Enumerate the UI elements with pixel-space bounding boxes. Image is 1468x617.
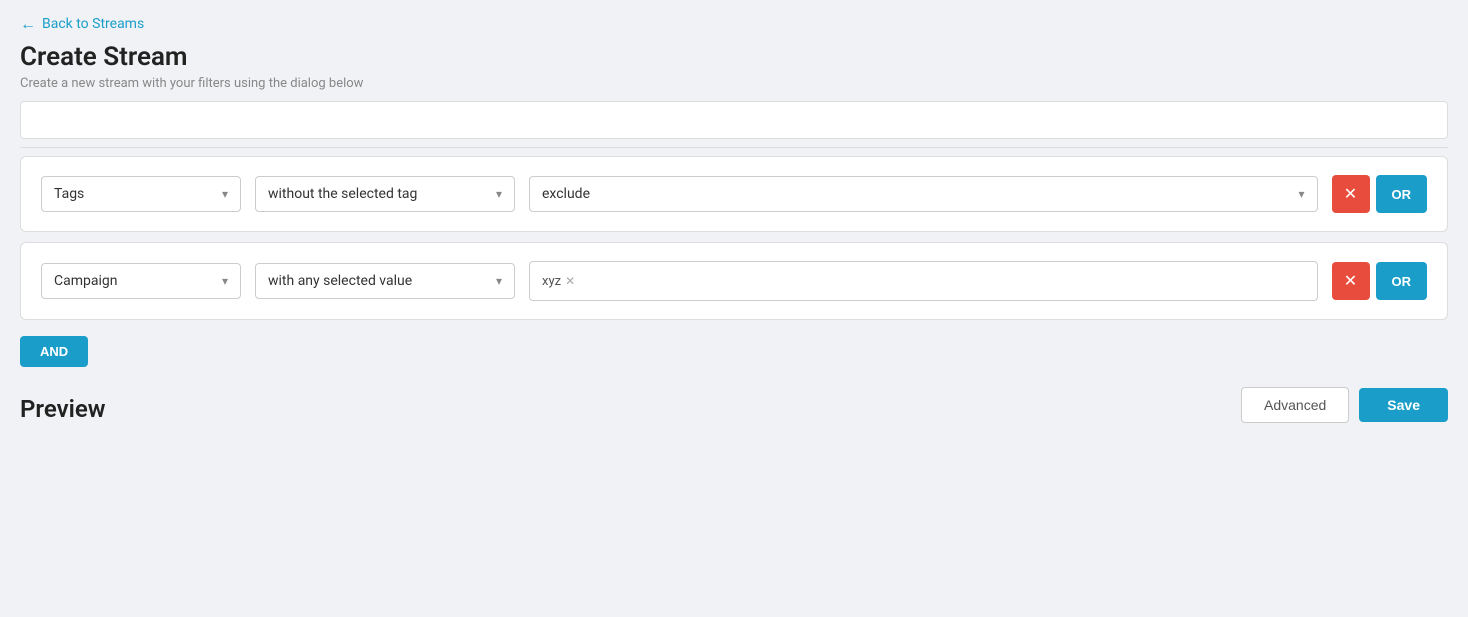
filter-2-field-label: Campaign bbox=[54, 273, 117, 289]
filter-2-remove-button[interactable]: ✕ bbox=[1332, 262, 1370, 300]
filter-2-actions: ✕ OR bbox=[1332, 262, 1428, 300]
filter-2-or-button[interactable]: OR bbox=[1376, 262, 1428, 300]
back-to-streams-label: Back to Streams bbox=[42, 16, 144, 32]
filter-1-value-select[interactable]: exclude ▾ bbox=[529, 176, 1318, 212]
filter-1-field-label: Tags bbox=[54, 186, 84, 202]
filter-2-field-chevron-icon: ▾ bbox=[222, 274, 228, 288]
filter-row-2: Campaign ▾ with any selected value ▾ xyz… bbox=[20, 242, 1448, 320]
filter-1-value-label: exclude bbox=[542, 186, 590, 202]
filter-1-field-chevron-icon: ▾ bbox=[222, 187, 228, 201]
page-subtitle: Create a new stream with your filters us… bbox=[20, 76, 1448, 91]
filter-2-value-box[interactable]: xyz ✕ bbox=[529, 261, 1318, 301]
filter-2-operator-chevron-icon: ▾ bbox=[496, 274, 502, 288]
page-title: Create Stream bbox=[20, 42, 1448, 72]
filter-1-remove-button[interactable]: ✕ bbox=[1332, 175, 1370, 213]
divider-1 bbox=[20, 147, 1448, 148]
and-button[interactable]: AND bbox=[20, 336, 88, 367]
filter-1-field-select[interactable]: Tags ▾ bbox=[41, 176, 241, 212]
filter-2-tag-xyz-label: xyz bbox=[542, 274, 561, 289]
preview-title: Preview bbox=[20, 395, 105, 423]
filter-2-operator-label: with any selected value bbox=[268, 273, 412, 289]
back-to-streams-link[interactable]: ← Back to Streams bbox=[20, 14, 144, 34]
filter-1-or-button[interactable]: OR bbox=[1376, 175, 1428, 213]
filter-1-value-chevron-icon: ▾ bbox=[1298, 187, 1304, 201]
bottom-actions: Advanced Save bbox=[1241, 387, 1448, 423]
back-arrow-icon: ← bbox=[20, 14, 36, 34]
filter-1-actions: ✕ OR bbox=[1332, 175, 1428, 213]
filter-2-tag-xyz-remove-icon[interactable]: ✕ bbox=[565, 274, 575, 288]
filter-2-tag-xyz: xyz ✕ bbox=[542, 274, 575, 289]
filter-1-operator-chevron-icon: ▾ bbox=[496, 187, 502, 201]
filter-1-operator-label: without the selected tag bbox=[268, 186, 417, 202]
stream-name-input[interactable] bbox=[21, 102, 1447, 138]
save-button[interactable]: Save bbox=[1359, 388, 1448, 422]
filter-2-field-select[interactable]: Campaign ▾ bbox=[41, 263, 241, 299]
filter-row-1: Tags ▾ without the selected tag ▾ exclud… bbox=[20, 156, 1448, 232]
advanced-button[interactable]: Advanced bbox=[1241, 387, 1349, 423]
filter-2-operator-select[interactable]: with any selected value ▾ bbox=[255, 263, 515, 299]
filter-1-operator-select[interactable]: without the selected tag ▾ bbox=[255, 176, 515, 212]
stream-name-container bbox=[20, 101, 1448, 139]
